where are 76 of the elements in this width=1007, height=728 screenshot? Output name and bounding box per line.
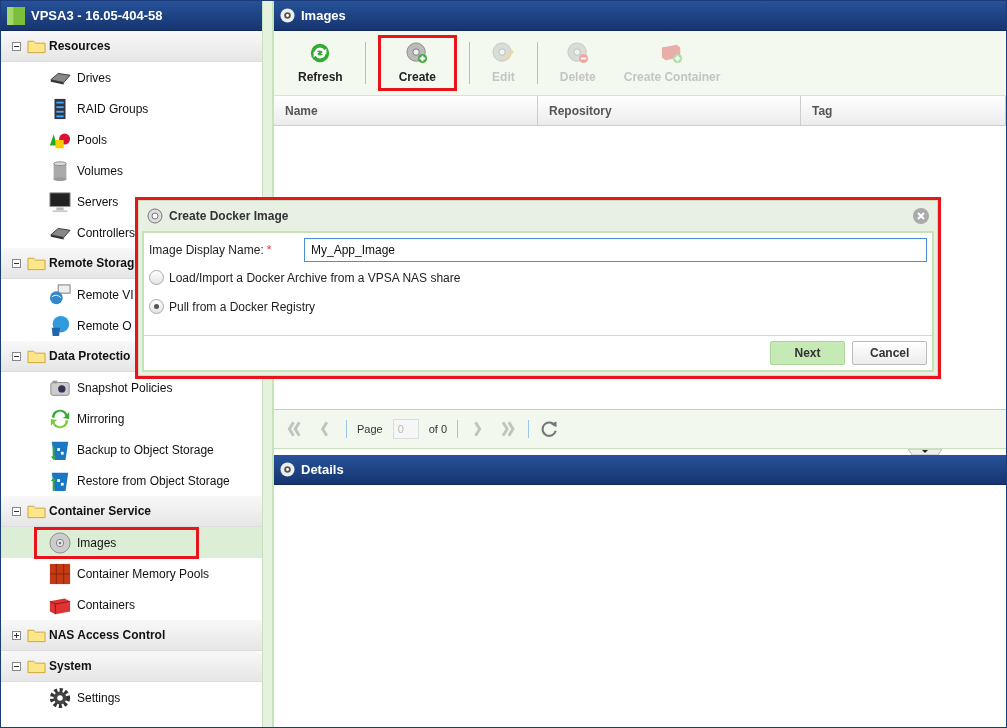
- monitor-icon: [49, 190, 71, 213]
- tree-group[interactable]: System: [1, 651, 262, 682]
- tree-item[interactable]: Mirroring: [1, 403, 262, 434]
- tree-item[interactable]: RAID Groups: [1, 93, 262, 124]
- disc-plus-icon: [406, 42, 429, 64]
- disc-icon: [280, 462, 295, 477]
- radio-button[interactable]: [149, 299, 164, 314]
- disc-minus-icon: [566, 42, 589, 64]
- tree-item[interactable]: Backup to Object Storage: [1, 434, 262, 465]
- refresh-icon[interactable]: [539, 419, 560, 439]
- item-label: Drives: [77, 70, 111, 85]
- folder-icon: [27, 627, 46, 643]
- dialog-title: Create Docker Image: [169, 209, 290, 223]
- item-label: Controllers: [77, 225, 136, 240]
- collapse-icon[interactable]: [12, 506, 21, 516]
- item-label: Backup to Object Storage: [77, 442, 214, 457]
- item-label: RAID Groups: [77, 101, 149, 116]
- app-title: VPSA3 - 16.05-404-58: [31, 8, 163, 23]
- tree-item[interactable]: Images: [1, 527, 262, 558]
- tree-item[interactable]: Snapshot Policies: [1, 372, 262, 403]
- collapse-icon[interactable]: [12, 258, 21, 268]
- folder-icon: [27, 503, 46, 519]
- item-label: Remote O: [77, 318, 132, 333]
- folder-icon: [27, 658, 46, 674]
- circular-arrows-icon: [49, 407, 71, 430]
- tree-item[interactable]: Restore from Object Storage: [1, 465, 262, 496]
- folder-icon: [27, 255, 46, 271]
- tree-group[interactable]: Container Service: [1, 496, 262, 527]
- item-label: Servers: [77, 194, 119, 209]
- refresh-icon: [309, 42, 332, 64]
- item-label: Remote VI: [77, 287, 134, 302]
- disc-icon: [280, 8, 295, 23]
- disc-icon: [147, 208, 163, 224]
- page-label: Page: [357, 423, 383, 435]
- container-grid-icon: [49, 562, 71, 585]
- item-label: Images: [77, 535, 117, 550]
- cancel-button[interactable]: Cancel: [852, 341, 927, 365]
- item-label: Restore from Object Storage: [77, 473, 230, 488]
- tree-item[interactable]: Containers: [1, 589, 262, 620]
- collapse-icon[interactable]: [12, 661, 21, 671]
- toolbar-button[interactable]: Refresh: [284, 38, 357, 88]
- disc-icon: [49, 531, 71, 554]
- tree-item[interactable]: Settings: [1, 682, 262, 713]
- logo-icon: [7, 5, 25, 26]
- folder-icon: [27, 38, 46, 54]
- tree-item[interactable]: Container Memory Pools: [1, 558, 262, 589]
- tree-item[interactable]: Drives: [1, 62, 262, 93]
- disc-pencil-icon: [492, 42, 515, 64]
- item-label: Pools: [77, 132, 108, 147]
- toolbar-button[interactable]: Create: [384, 38, 451, 88]
- collapse-icon[interactable]: [12, 351, 21, 361]
- panel-title: Details: [301, 462, 344, 477]
- radio-button[interactable]: [149, 270, 164, 285]
- tree-item[interactable]: Volumes: [1, 155, 262, 186]
- collapse-icon[interactable]: [12, 41, 21, 51]
- panel-title: Images: [301, 8, 346, 23]
- gear-icon: [49, 686, 71, 709]
- column-header[interactable]: Tag: [801, 96, 1006, 125]
- item-label: Settings: [77, 690, 121, 705]
- item-label: Container Memory Pools: [77, 566, 210, 581]
- expand-icon[interactable]: [12, 630, 21, 640]
- item-label: Containers: [77, 597, 136, 612]
- column-header[interactable]: Name: [274, 96, 538, 125]
- column-header[interactable]: Repository: [538, 96, 801, 125]
- item-label: Mirroring: [77, 411, 125, 426]
- tree-item[interactable]: Pools: [1, 124, 262, 155]
- page-count: of 0: [428, 423, 448, 435]
- item-label: Volumes: [77, 163, 124, 178]
- container-plus-icon: [661, 42, 684, 64]
- name-field[interactable]: My_App_Image: [304, 238, 927, 262]
- collapse-handle-icon[interactable]: [908, 449, 942, 455]
- tree-group[interactable]: Resources: [1, 31, 262, 62]
- item-label: Snapshot Policies: [77, 380, 173, 395]
- tree-group[interactable]: NAS Access Control: [1, 620, 262, 651]
- next-button[interactable]: Next: [770, 341, 845, 365]
- folder-icon: [27, 348, 46, 364]
